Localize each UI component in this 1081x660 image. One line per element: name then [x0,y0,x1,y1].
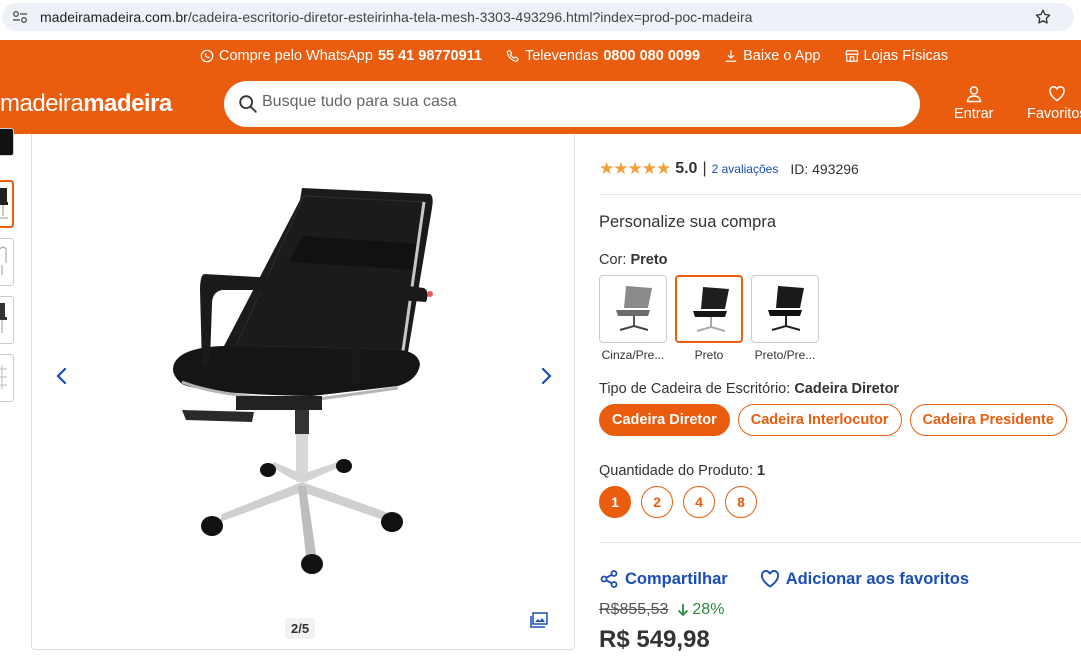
color-swatch-label: Cinza/Pre... [601,348,665,362]
thumbnail-1[interactable] [0,128,14,156]
chair-type-heading: Tipo de Cadeira de Escritório: Cadeira D… [599,381,899,397]
heart-outline-icon [760,570,779,588]
logo-bold-part: madeira [83,90,172,117]
divider [599,542,1081,543]
chair-swatch-icon [768,286,804,331]
rating-stars-icon: ★★★★★ [599,159,671,178]
url-path: /cadeira-escritorio-diretor-esteirinha-t… [187,9,753,25]
product-image[interactable] [162,174,442,574]
bookmark-star-icon[interactable] [1034,8,1052,26]
dimensions-thumbnail-icon [0,365,7,389]
image-gallery-icon[interactable] [530,612,548,628]
color-label: Cor: [599,252,627,268]
chair-thumbnail-icon [0,303,7,333]
color-swatch-label: Preto/Pre... [754,348,816,362]
add-favorite-button[interactable]: Adicionar aos favoritos [760,569,969,589]
old-price: R$855,53 [599,601,669,618]
url-domain: madeiramadeira.com.br [40,9,188,25]
divider [599,194,1081,195]
add-favorite-label: Adicionar aos favoritos [785,569,970,588]
rating-score: 5.0 [675,160,698,177]
discount-value: 28% [692,601,725,618]
stores-link[interactable]: Lojas Físicas [844,48,949,64]
quantity-option-1[interactable]: 1 [599,486,631,518]
thumbnail-3[interactable] [0,238,14,286]
share-button[interactable]: Compartilhar [599,569,728,589]
share-label: Compartilhar [625,569,728,588]
chair-type-presidente-button[interactable]: Cadeira Presidente [909,404,1067,436]
chair-type-interlocutor-button[interactable]: Cadeira Interlocutor [737,404,902,436]
product-actions: Compartilhar Adicionar aos favoritos [599,569,969,589]
arrow-down-icon [678,604,689,617]
chair-type-selected: Cadeira Diretor [794,381,900,397]
store-icon [844,50,859,62]
chair-type-options: Cadeira Diretor Cadeira Interlocutor Cad… [599,404,1067,436]
stores-label: Lojas Físicas [863,48,949,64]
product-id: ID: 493296 [790,161,859,177]
current-price: R$ 549,98 [599,626,710,653]
favorites-label: Favoritos [1027,106,1081,122]
heart-icon [1049,86,1065,102]
rating-row: ★★★★★ 5.0 | 2 avaliações ID: 493296 [599,159,859,179]
site-settings-icon[interactable] [12,10,28,24]
rating-separator: | [702,160,707,177]
color-swatch-preto-preto[interactable] [751,275,819,343]
download-icon [725,50,737,62]
whatsapp-number: 55 41 98770911 [377,48,482,64]
url-text[interactable]: madeiramadeira.com.br/cadeira-escritorio… [40,9,752,25]
quantity-heading: Quantidade do Produto: 1 [599,463,765,479]
chair-swatch-icon [693,287,729,332]
reviews-link[interactable]: 2 avaliações [712,162,779,176]
login-label: Entrar [954,106,994,122]
share-icon [600,570,618,588]
thumbnail-2[interactable] [0,180,14,228]
product-gallery: 2/5 [31,134,575,650]
old-price-row: R$855,53 28% [599,601,724,619]
color-selected: Preto [630,252,668,268]
chair-thumbnail-icon [0,246,7,275]
quantity-options: 1 2 4 8 [599,486,757,518]
address-bar[interactable]: madeiramadeira.com.br/cadeira-escritorio… [2,3,1074,31]
download-app-link[interactable]: Baixe o App [724,48,821,64]
personalize-title: Personalize sua compra [599,213,777,231]
logo[interactable]: madeiramadeira [0,90,172,118]
login-button[interactable]: Entrar [954,85,994,122]
chair-type-label: Tipo de Cadeira de Escritório: [599,381,791,397]
promo-bar: Compre pelo WhatsApp 55 41 98770911 Tele… [200,48,948,64]
download-app-label: Baixe o App [743,48,821,64]
color-heading: Cor: Preto [599,252,668,268]
search-box [224,81,920,127]
chair-thumbnail-icon [0,188,8,219]
chair-type-diretor-button[interactable]: Cadeira Diretor [599,404,730,436]
quantity-option-8[interactable]: 8 [725,486,757,518]
whatsapp-icon [200,49,214,63]
whatsapp-label: Compre pelo WhatsApp [219,48,373,64]
chair-swatch-icon [616,286,652,331]
site-header: Compre pelo WhatsApp 55 41 98770911 Tele… [0,40,1081,134]
search-input[interactable] [262,93,882,111]
browser-bar: madeiramadeira.com.br/cadeira-escritorio… [0,0,1081,40]
image-pager: 2/5 [285,618,316,639]
televendas-link[interactable]: Televendas 0800 080 0099 [506,48,700,64]
quantity-option-4[interactable]: 4 [683,486,715,518]
favorites-button[interactable]: Favoritos [1027,85,1081,122]
televendas-label: Televendas [524,48,599,64]
thumbnail-4[interactable] [0,296,14,344]
search-icon[interactable] [237,93,259,115]
whatsapp-link[interactable]: Compre pelo WhatsApp 55 41 98770911 [200,48,482,64]
quantity-label: Quantidade do Produto: [599,463,753,479]
thumbnail-5[interactable] [0,354,14,402]
next-image-arrow-icon[interactable] [536,366,556,386]
discount-badge: 28% [676,601,724,619]
quantity-option-2[interactable]: 2 [641,486,673,518]
televendas-number: 0800 080 0099 [603,48,701,64]
logo-light-part: madeira [0,90,84,117]
quantity-selected: 1 [757,463,766,479]
previous-image-arrow-icon[interactable] [52,366,72,386]
color-swatch-cinza-preto[interactable] [599,275,667,343]
color-swatch-preto[interactable] [675,275,743,343]
color-swatch-label: Preto [694,348,724,362]
phone-icon [506,49,519,62]
user-icon [966,86,982,103]
